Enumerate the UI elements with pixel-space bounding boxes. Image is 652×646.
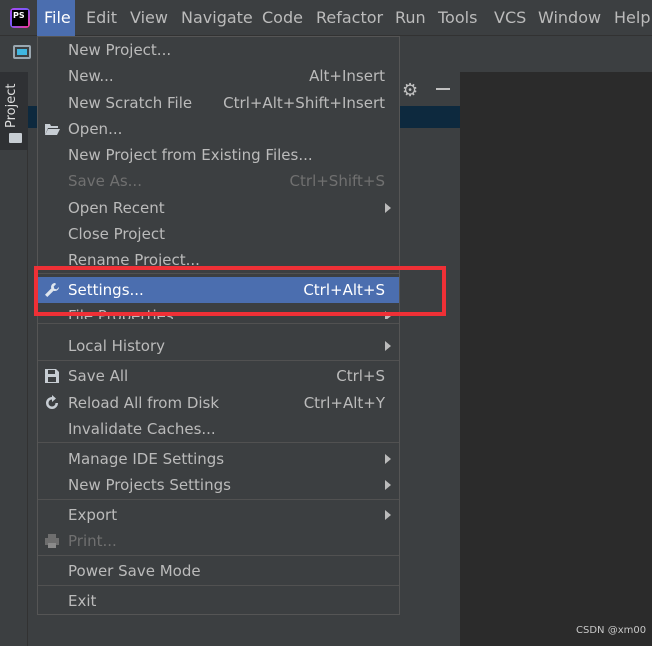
menu-run[interactable]: Run [395,0,426,36]
menu-item-invalidate-caches[interactable]: Invalidate Caches... [38,416,399,442]
menu-item-local-history[interactable]: Local History [38,333,399,359]
menu-item-new-projects-settings[interactable]: New Projects Settings [38,472,399,498]
menu-window[interactable]: Window [538,0,601,36]
menu-tools[interactable]: Tools [438,0,477,36]
submenu-arrow-icon [385,480,391,490]
menu-separator [38,585,399,586]
submenu-arrow-icon [385,311,391,319]
folder-open-icon [45,124,60,135]
submenu-arrow-icon [385,203,391,213]
folder-icon [9,133,22,143]
menu-item-open-recent[interactable]: Open Recent [38,195,399,221]
floppy-disk-icon [45,369,59,383]
submenu-arrow-icon [385,454,391,464]
menu-item-exit[interactable]: Exit [38,588,399,614]
menu-item-save-as[interactable]: Save As... Ctrl+Shift+S [38,168,399,194]
menu-item-rename-project[interactable]: Rename Project... [38,247,399,273]
project-tab-label: Project [4,83,19,128]
main-menu-bar: PS File Edit View Navigate Code Refactor… [0,0,652,36]
menu-separator [38,499,399,500]
editor-area [460,72,652,646]
menu-item-export[interactable]: Export [38,502,399,528]
menu-item-close-project[interactable]: Close Project [38,221,399,247]
minimize-icon[interactable] [436,88,450,90]
tool-window-strip [0,72,28,646]
menu-item-reload-all[interactable]: Reload All from Disk Ctrl+Alt+Y [38,390,399,416]
phpstorm-logo-icon: PS [10,8,30,28]
file-menu-dropdown: New Project... New... Alt+Insert New Scr… [37,36,400,615]
menu-item-settings[interactable]: Settings... Ctrl+Alt+S [38,277,399,303]
wrench-icon [45,283,59,297]
menu-item-save-all[interactable]: Save All Ctrl+S [38,363,399,389]
menu-navigate[interactable]: Navigate [181,0,253,36]
reload-icon [46,395,58,409]
submenu-arrow-icon [385,341,391,351]
menu-help[interactable]: Help [614,0,650,36]
menu-item-manage-ide-settings[interactable]: Manage IDE Settings [38,446,399,472]
menu-item-new-project-from-existing[interactable]: New Project from Existing Files... [38,142,399,168]
menu-refactor[interactable]: Refactor [316,0,383,36]
menu-vcs[interactable]: VCS [494,0,526,36]
menu-separator [38,360,399,361]
menu-edit[interactable]: Edit [86,0,117,36]
menu-item-new-project[interactable]: New Project... [38,37,399,63]
menu-item-open[interactable]: Open... [38,116,399,142]
menu-separator [38,555,399,556]
menu-code[interactable]: Code [262,0,303,36]
gear-icon[interactable]: ⚙ [402,80,418,101]
menu-file[interactable]: File [37,0,75,36]
menu-item-file-properties[interactable]: File Properties [38,303,399,319]
menu-separator [38,323,399,324]
menu-item-power-save-mode[interactable]: Power Save Mode [38,558,399,584]
menu-separator [38,442,399,443]
menu-item-print[interactable]: Print... [38,528,399,554]
project-structure-icon[interactable] [13,45,31,59]
menu-item-new[interactable]: New... Alt+Insert [38,63,399,89]
menu-view[interactable]: View [130,0,168,36]
watermark: CSDN @xm00 [576,625,647,636]
menu-item-new-scratch-file[interactable]: New Scratch File Ctrl+Alt+Shift+Insert [38,90,399,116]
submenu-arrow-icon [385,510,391,520]
printer-icon [45,534,59,548]
menu-separator [38,273,399,274]
